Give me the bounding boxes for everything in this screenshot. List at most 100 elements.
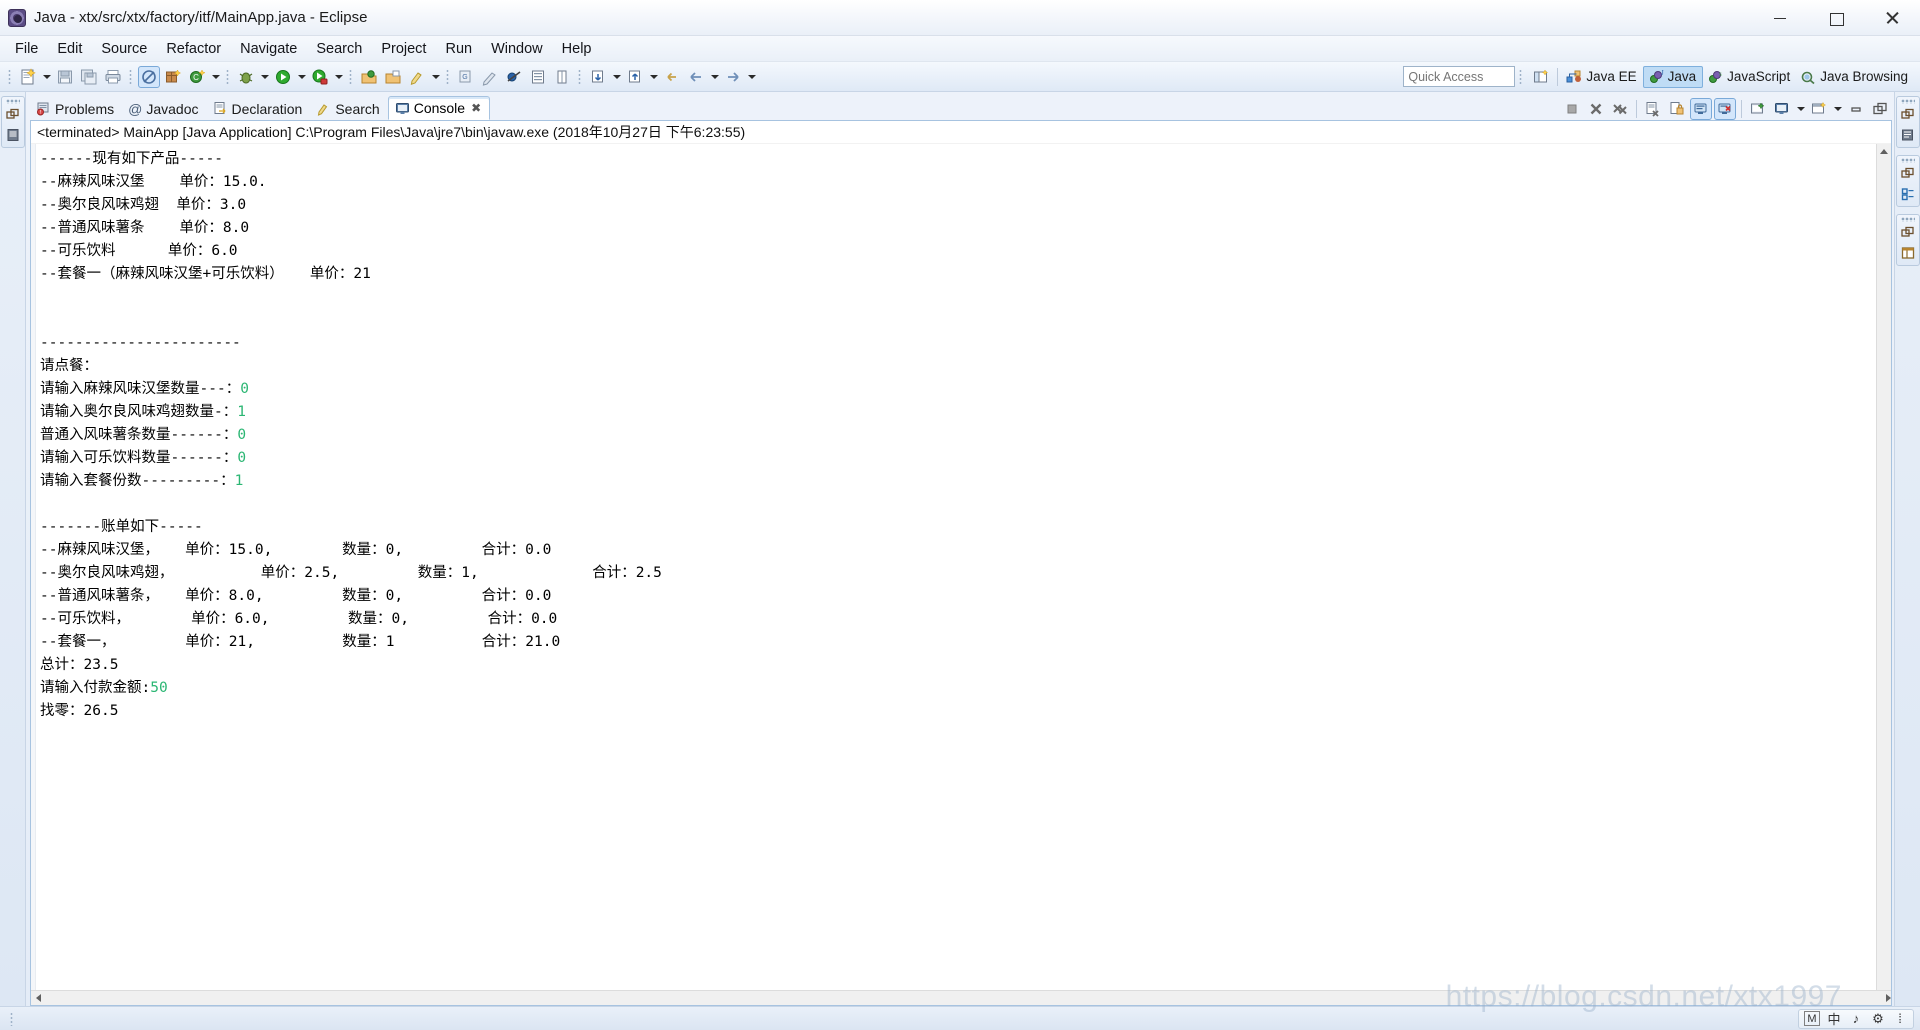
minimize-view-icon[interactable] (1845, 98, 1867, 120)
console-output[interactable]: ------现有如下产品----- --麻辣风味汉堡 单价：15.0. --奥尔良风… (36, 144, 1876, 990)
package-explorer-icon[interactable] (4, 126, 22, 144)
new-class-dropdown-icon[interactable] (209, 66, 222, 88)
forward-icon[interactable] (722, 66, 744, 88)
console-horizontal-scrollbar[interactable] (31, 990, 1891, 1005)
templates-fast-view[interactable] (1895, 214, 1920, 266)
terminate-icon[interactable] (1561, 98, 1583, 120)
menu-project[interactable]: Project (372, 38, 435, 60)
scroll-lock-icon[interactable] (1666, 98, 1688, 120)
perspective-java-browsing[interactable]: Java Browsing (1796, 67, 1914, 87)
search-icon[interactable] (406, 66, 428, 88)
close-window-button[interactable] (1864, 0, 1920, 35)
tab-search[interactable]: Search (310, 97, 387, 120)
perspective-java-ee[interactable]: Java EE (1562, 67, 1642, 87)
menu-refactor[interactable]: Refactor (157, 38, 230, 60)
restore-view-outline-icon[interactable] (1899, 106, 1917, 124)
open-console-dropdown-icon[interactable] (1831, 98, 1844, 120)
back-icon[interactable] (685, 66, 707, 88)
next-annotation-icon[interactable] (587, 66, 609, 88)
show-console-on-error-icon[interactable] (1714, 98, 1736, 120)
list-view-icon[interactable] (527, 66, 549, 88)
tab-problems[interactable]: ! Problems (30, 97, 122, 120)
menu-file[interactable]: File (6, 38, 47, 60)
toolbar-grip[interactable] (7, 67, 13, 86)
restore-view-icon[interactable] (4, 106, 22, 124)
display-selected-console-icon[interactable] (1771, 98, 1793, 120)
menu-source[interactable]: Source (92, 38, 156, 60)
previous-annotation-icon[interactable] (624, 66, 646, 88)
restore-icon[interactable] (5, 99, 20, 104)
quick-access-grip[interactable] (1519, 68, 1526, 85)
templates-view-icon[interactable] (1899, 244, 1917, 262)
task-list-fast-view[interactable] (1895, 155, 1920, 207)
run-on-server-dropdown-icon[interactable] (332, 66, 345, 88)
maximize-view-icon[interactable] (1869, 98, 1891, 120)
restore-task-icon[interactable] (1900, 158, 1915, 163)
console-vertical-scrollbar[interactable] (1876, 144, 1891, 990)
back-dropdown-icon[interactable] (708, 66, 721, 88)
tab-javadoc[interactable]: @ Javadoc (122, 97, 206, 120)
new-java-package-icon[interactable] (162, 66, 184, 88)
debug-dropdown-icon[interactable] (258, 66, 271, 88)
toolbar-grip-5[interactable] (445, 67, 451, 86)
perspective-java[interactable]: J Java (1642, 65, 1704, 88)
ime-mode-icon[interactable]: M (1804, 1011, 1820, 1026)
outline-view-icon[interactable] (1899, 126, 1917, 144)
scroll-up-icon[interactable] (1877, 144, 1892, 159)
menu-edit[interactable]: Edit (48, 38, 91, 60)
menu-run[interactable]: Run (436, 38, 481, 60)
restore-templates-icon[interactable] (1900, 217, 1915, 222)
quick-access-input[interactable] (1403, 66, 1516, 87)
ime-punctuation-icon[interactable]: ♪ (1845, 1010, 1867, 1028)
run-dropdown-icon[interactable] (295, 66, 308, 88)
clear-console-icon[interactable] (1642, 98, 1664, 120)
menu-search[interactable]: Search (307, 38, 371, 60)
menu-window[interactable]: Window (482, 38, 552, 60)
remove-all-terminated-icon[interactable] (1609, 98, 1631, 120)
scroll-left-icon[interactable] (31, 991, 46, 1006)
debug-icon[interactable] (235, 66, 257, 88)
edit-pencil-icon[interactable] (479, 66, 501, 88)
new-wizard-icon[interactable] (17, 66, 39, 88)
maximize-window-button[interactable] (1808, 0, 1864, 35)
pin-console-icon[interactable] (1747, 98, 1769, 120)
run-icon[interactable] (272, 66, 294, 88)
next-annotation-dropdown-icon[interactable] (610, 66, 623, 88)
toolbar-grip-6[interactable] (577, 67, 583, 86)
toolbar-grip-3[interactable] (225, 67, 231, 86)
toolbar-grip-2[interactable] (128, 67, 134, 86)
outline-fast-view[interactable] (1895, 96, 1920, 148)
toggle-column-icon[interactable] (551, 66, 573, 88)
open-type-icon[interactable] (358, 66, 380, 88)
show-console-on-output-icon[interactable] (1690, 98, 1712, 120)
minimize-window-button[interactable] (1752, 0, 1808, 35)
package-explorer-fast-view[interactable] (0, 96, 25, 148)
remove-launch-icon[interactable] (1585, 98, 1607, 120)
open-task-icon[interactable] (382, 66, 404, 88)
skip-breakpoints-icon[interactable] (503, 66, 525, 88)
close-icon[interactable]: ✖ (471, 101, 481, 115)
new-wizard-dropdown-icon[interactable] (40, 66, 53, 88)
scroll-right-icon[interactable] (1876, 991, 1891, 1006)
run-on-server-icon[interactable] (309, 66, 331, 88)
restore-outline-icon[interactable] (1900, 99, 1915, 104)
new-java-class-icon[interactable]: C (186, 66, 208, 88)
restore-view-task-icon[interactable] (1899, 165, 1917, 183)
search-dropdown-icon[interactable] (429, 66, 442, 88)
save-all-icon[interactable] (78, 66, 100, 88)
open-console-icon[interactable] (1808, 98, 1830, 120)
restore-view-templates-icon[interactable] (1899, 224, 1917, 242)
save-icon[interactable] (54, 66, 76, 88)
ime-chinese-icon[interactable]: 中 (1823, 1010, 1845, 1028)
toolbar-grip-4[interactable] (348, 67, 354, 86)
task-list-icon[interactable] (1899, 185, 1917, 203)
new-generic-icon[interactable]: G (455, 66, 477, 88)
forward-dropdown-icon[interactable] (745, 66, 758, 88)
display-selected-console-dropdown-icon[interactable] (1794, 98, 1807, 120)
tab-declaration[interactable]: Declaration (207, 97, 311, 120)
perspective-javascript[interactable]: s JavaScript (1703, 67, 1796, 87)
ime-settings-icon[interactable]: ⚙ (1867, 1010, 1889, 1028)
previous-annotation-dropdown-icon[interactable] (647, 66, 660, 88)
ime-more-icon[interactable]: ⁞ (1889, 1010, 1911, 1028)
tab-console[interactable]: Console ✖ (387, 96, 491, 120)
